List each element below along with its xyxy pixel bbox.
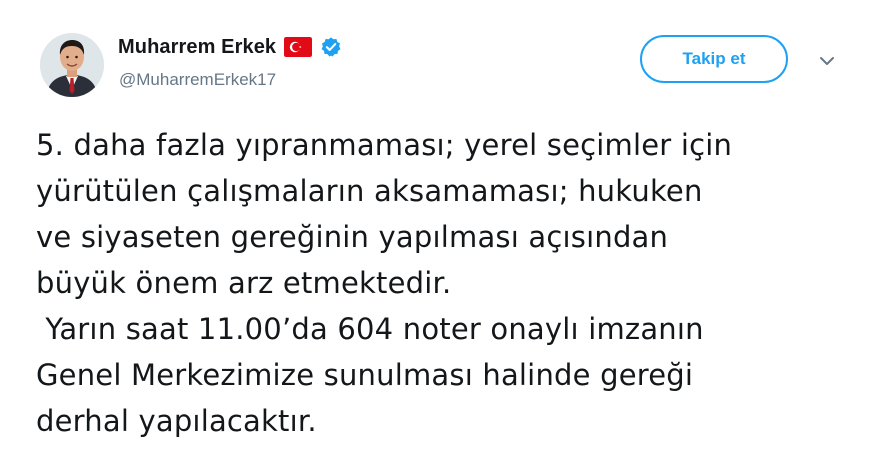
avatar[interactable] bbox=[40, 33, 104, 97]
tweet-line: Yarın saat 11.00’da 604 noter onaylı imz… bbox=[36, 312, 704, 346]
tweet-card: Muharrem Erkek @MuharremErkek17 Takip et… bbox=[0, 0, 880, 449]
author-name-row: Muharrem Erkek bbox=[118, 33, 342, 61]
author-handle[interactable]: @MuharremErkek17 bbox=[119, 70, 276, 90]
follow-button[interactable]: Takip et bbox=[640, 35, 788, 83]
tweet-line: derhal yapılacaktır. bbox=[36, 404, 317, 438]
tweet-line: yürütülen çalışmaların aksamaması; hukuk… bbox=[36, 174, 703, 208]
tweet-line: ve siyaseten gereğinin yapılması açısınd… bbox=[36, 220, 669, 254]
chevron-down-icon bbox=[820, 57, 834, 65]
tweet-line: büyük önem arz etmektedir. bbox=[36, 266, 452, 300]
tweet-text: 5. daha fazla yıpranmaması; yerel seçiml… bbox=[36, 122, 856, 444]
turkey-flag-icon bbox=[284, 37, 313, 57]
avatar-image bbox=[40, 33, 104, 97]
more-options-button[interactable] bbox=[816, 52, 838, 70]
tweet-line: 5. daha fazla yıpranmaması; yerel seçiml… bbox=[36, 128, 733, 162]
verified-badge-icon bbox=[321, 37, 341, 57]
author-display-name[interactable]: Muharrem Erkek bbox=[118, 36, 276, 59]
tweet-line: Genel Merkezimize sunulması halinde gere… bbox=[36, 358, 694, 392]
